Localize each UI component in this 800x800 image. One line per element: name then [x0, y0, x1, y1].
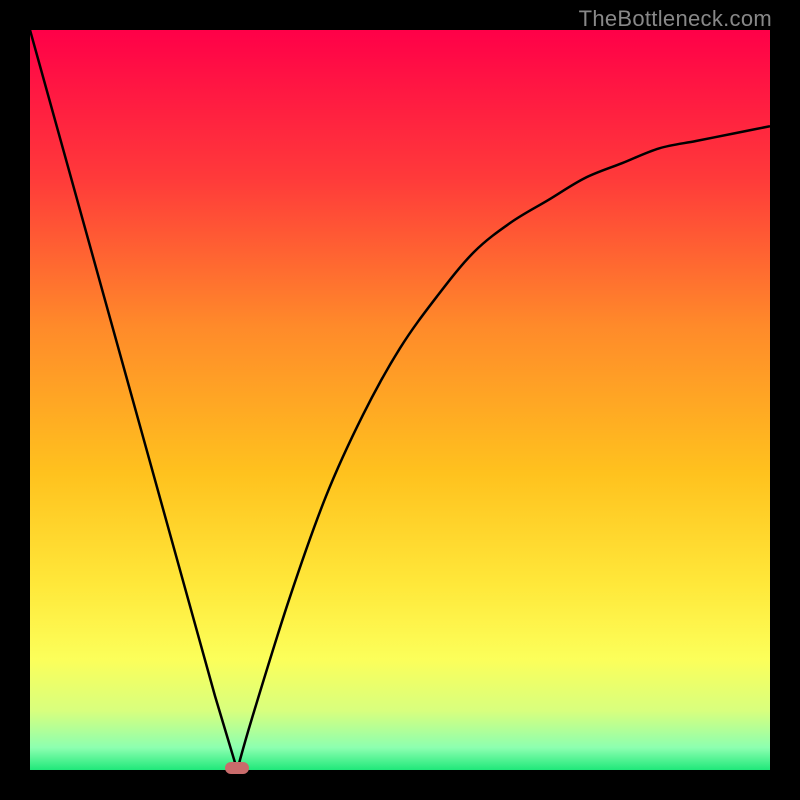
watermark-text: TheBottleneck.com [579, 6, 772, 32]
bottleneck-curve [30, 30, 770, 770]
minimum-marker [225, 762, 249, 774]
chart-plot-area [30, 30, 770, 770]
